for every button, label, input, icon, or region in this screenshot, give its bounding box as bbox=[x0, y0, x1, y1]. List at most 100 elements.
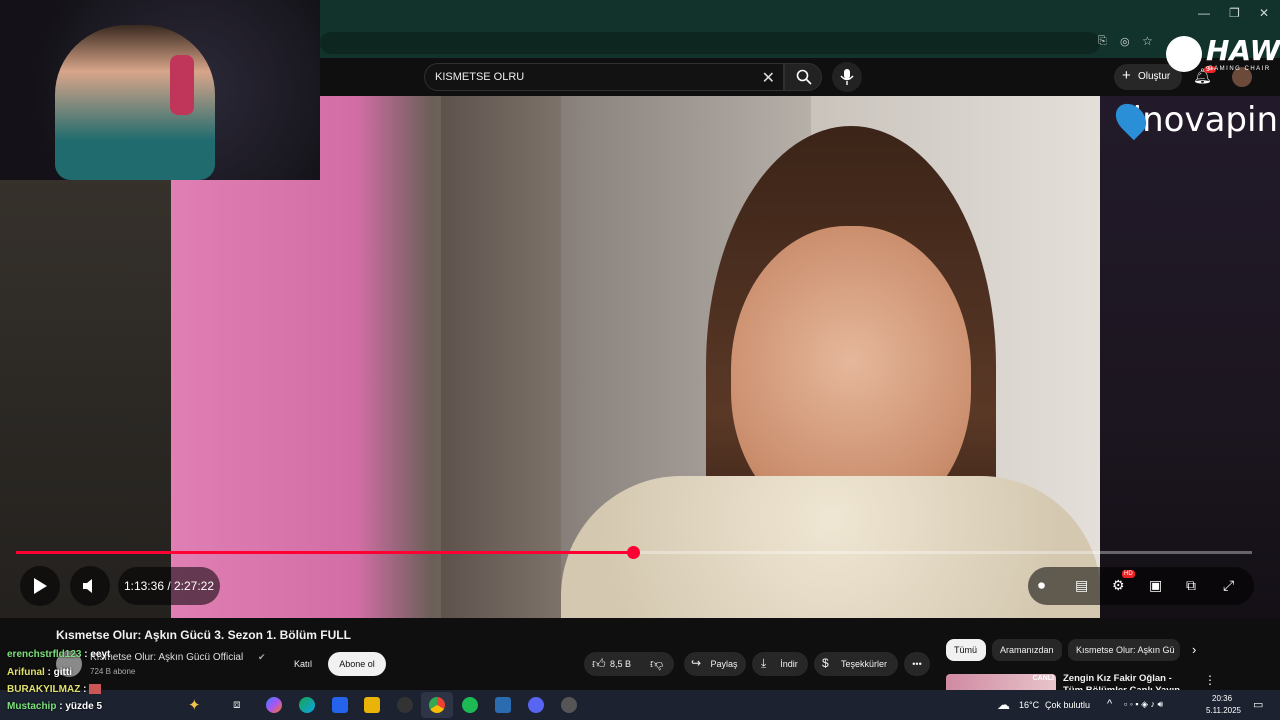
chat-emote-icon bbox=[89, 684, 102, 695]
chrome-icon[interactable] bbox=[429, 697, 445, 713]
live-badge: CANLI bbox=[1032, 675, 1054, 682]
sponsor-logo-inovapin: inovapin bbox=[1132, 100, 1278, 140]
chat-text: eeyt bbox=[90, 649, 111, 660]
progress-bar[interactable] bbox=[16, 546, 1252, 559]
close-window-button[interactable]: ✕ bbox=[1259, 6, 1269, 20]
volume-button[interactable] bbox=[70, 566, 110, 606]
subtitles-icon[interactable]: ▤ bbox=[1075, 577, 1088, 594]
progress-played bbox=[16, 551, 633, 554]
subscriber-count: 724 B abone bbox=[90, 667, 136, 676]
filter-chip-series[interactable]: Kısmetse Olur: Aşkın Gü bbox=[1068, 639, 1180, 661]
clock-date[interactable]: 5.11.2025 bbox=[1206, 706, 1241, 715]
filter-chip-label: Tümü bbox=[954, 645, 978, 655]
player-right-controls: ⏺ ▤ ⚙ HD ▣ ⧉ ⤢ bbox=[1028, 567, 1254, 605]
settings-gear-icon[interactable]: ⚙ bbox=[1112, 577, 1125, 594]
windows-taskbar: ✦ ⧈ ☁ 16°C Çok bulutlu ^ ▫ ◦ ▪ ◈ ♪ 🔊︎ 20… bbox=[0, 690, 1280, 720]
chat-message: Arifunal : gitti bbox=[7, 667, 72, 678]
search-input-value: KISMETSE OLRU bbox=[435, 71, 525, 83]
share-label: Paylaş bbox=[710, 659, 738, 669]
filter-chip-all[interactable]: Tümü bbox=[946, 639, 986, 661]
clear-search-icon[interactable]: ✕ bbox=[762, 68, 775, 88]
more-icon: ••• bbox=[912, 659, 922, 669]
sponsor-logo-hawk: HAWK bbox=[1206, 34, 1280, 67]
recommended-menu-icon[interactable]: ⋮ bbox=[1204, 673, 1216, 687]
chat-user: Arifunal bbox=[7, 667, 45, 678]
play-icon bbox=[34, 578, 47, 594]
copilot-icon[interactable] bbox=[266, 697, 282, 713]
install-icon[interactable]: ⎘ bbox=[1098, 35, 1107, 48]
search-button[interactable] bbox=[784, 63, 822, 91]
volume-icon bbox=[83, 579, 92, 593]
join-button[interactable]: Katıl bbox=[284, 652, 322, 676]
weather-icon: ☁ bbox=[997, 697, 1010, 712]
download-icon: ⤓ bbox=[761, 656, 767, 670]
clock-time[interactable]: 20:36 bbox=[1212, 694, 1232, 703]
chat-text: gitti bbox=[53, 667, 72, 678]
chevron-right-icon[interactable]: › bbox=[1192, 642, 1196, 657]
headset bbox=[170, 55, 194, 115]
like-count[interactable]: 8,5 B bbox=[610, 659, 631, 669]
create-label: Oluştur bbox=[1138, 71, 1171, 82]
filter-chip-label: Aramanızdan bbox=[1000, 645, 1054, 655]
time-readout: 1:13:36 / 2:27:22 bbox=[123, 579, 215, 593]
restore-button[interactable]: ❐ bbox=[1229, 6, 1240, 20]
chat-text: yüzde 5 bbox=[65, 701, 103, 712]
subscribe-button[interactable]: Abone ol bbox=[328, 652, 386, 676]
chat-message: Mustachip : yüzde 5 bbox=[7, 701, 103, 712]
spotify-icon[interactable] bbox=[462, 697, 478, 713]
discord-icon[interactable] bbox=[528, 697, 544, 713]
chat-user: erenchstrfld123 bbox=[7, 649, 82, 660]
microphone-icon bbox=[840, 69, 854, 85]
chat-message: BURAKYILMAZ : bbox=[7, 684, 102, 695]
bookmark-star-icon[interactable]: ☆ bbox=[1142, 34, 1153, 48]
miniplayer-icon[interactable]: ▣ bbox=[1149, 577, 1162, 594]
voice-search-button[interactable] bbox=[832, 62, 862, 92]
copilot-sparkle-icon[interactable]: ✦ bbox=[188, 696, 201, 714]
play-button[interactable] bbox=[20, 566, 60, 606]
search-input[interactable]: KISMETSE OLRU ✕ bbox=[424, 63, 784, 91]
weather-desc[interactable]: Çok bulutlu bbox=[1045, 700, 1090, 710]
filter-chip-search[interactable]: Aramanızdan bbox=[992, 639, 1062, 661]
subscribe-label: Abone ol bbox=[339, 659, 375, 669]
scrubber-handle[interactable] bbox=[626, 546, 640, 559]
address-bar[interactable] bbox=[320, 32, 1100, 54]
xbox-icon[interactable] bbox=[397, 697, 413, 713]
thanks-button[interactable]: $ Teşekkürler bbox=[814, 652, 898, 676]
dislike-icon[interactable]: 👎︎ bbox=[650, 656, 663, 672]
webcam-overlay bbox=[0, 0, 320, 180]
video-letterbox-right: inovapin bbox=[1100, 96, 1280, 618]
share-button[interactable]: ↪ Paylaş bbox=[684, 652, 746, 676]
video-title: Kısmetse Olur: Aşkın Gücü 3. Sezon 1. Bö… bbox=[56, 628, 351, 642]
more-actions-button[interactable]: ••• bbox=[904, 652, 930, 676]
cast-icon[interactable]: ⧉ bbox=[1186, 577, 1196, 594]
app-icon[interactable] bbox=[495, 697, 511, 713]
outlook-icon[interactable] bbox=[332, 697, 348, 713]
tray-icons[interactable]: ▫ ◦ ▪ ◈ ♪ 🔊︎ bbox=[1124, 699, 1163, 710]
channel-name[interactable]: Kısmetse Olur: Aşkın Gücü Official bbox=[90, 652, 243, 663]
file-explorer-icon[interactable] bbox=[364, 697, 380, 713]
like-icon[interactable]: 👍︎ bbox=[592, 656, 606, 672]
filter-chip-label: Kısmetse Olur: Aşkın Gü bbox=[1076, 645, 1175, 655]
search-icon bbox=[796, 69, 812, 85]
thanks-icon: $ bbox=[822, 656, 829, 670]
download-label: İndir bbox=[780, 659, 798, 669]
thanks-label: Teşekkürler bbox=[840, 659, 887, 669]
fullscreen-icon[interactable]: ⤢ bbox=[1223, 577, 1234, 594]
autoplay-toggle-icon[interactable]: ⏺ bbox=[1038, 577, 1045, 594]
hawk-logo-icon bbox=[1166, 36, 1202, 72]
task-view-icon[interactable]: ⧈ bbox=[233, 697, 241, 712]
eye-off-icon[interactable]: ◎ bbox=[1120, 35, 1130, 48]
download-button[interactable]: ⤓ İndir bbox=[752, 652, 808, 676]
like-dislike-group: 👍︎ 8,5 B 👎︎ bbox=[584, 652, 674, 676]
video-info-section: Kısmetse Olur: Aşkın Gücü 3. Sezon 1. Bö… bbox=[0, 618, 1280, 696]
time-display: 1:13:36 / 2:27:22 bbox=[118, 567, 220, 605]
obs-icon[interactable] bbox=[561, 697, 577, 713]
notification-center-icon[interactable]: ▭ bbox=[1253, 698, 1263, 711]
weather-temp[interactable]: 16°C bbox=[1019, 700, 1039, 710]
join-label: Katıl bbox=[293, 659, 312, 669]
minimize-button[interactable]: — bbox=[1198, 6, 1210, 20]
chat-user: BURAKYILMAZ bbox=[7, 684, 81, 695]
tray-chevron-icon[interactable]: ^ bbox=[1107, 698, 1112, 710]
edge-icon[interactable] bbox=[299, 697, 315, 713]
chat-message: erenchstrfld123 : eeyt bbox=[7, 649, 111, 660]
